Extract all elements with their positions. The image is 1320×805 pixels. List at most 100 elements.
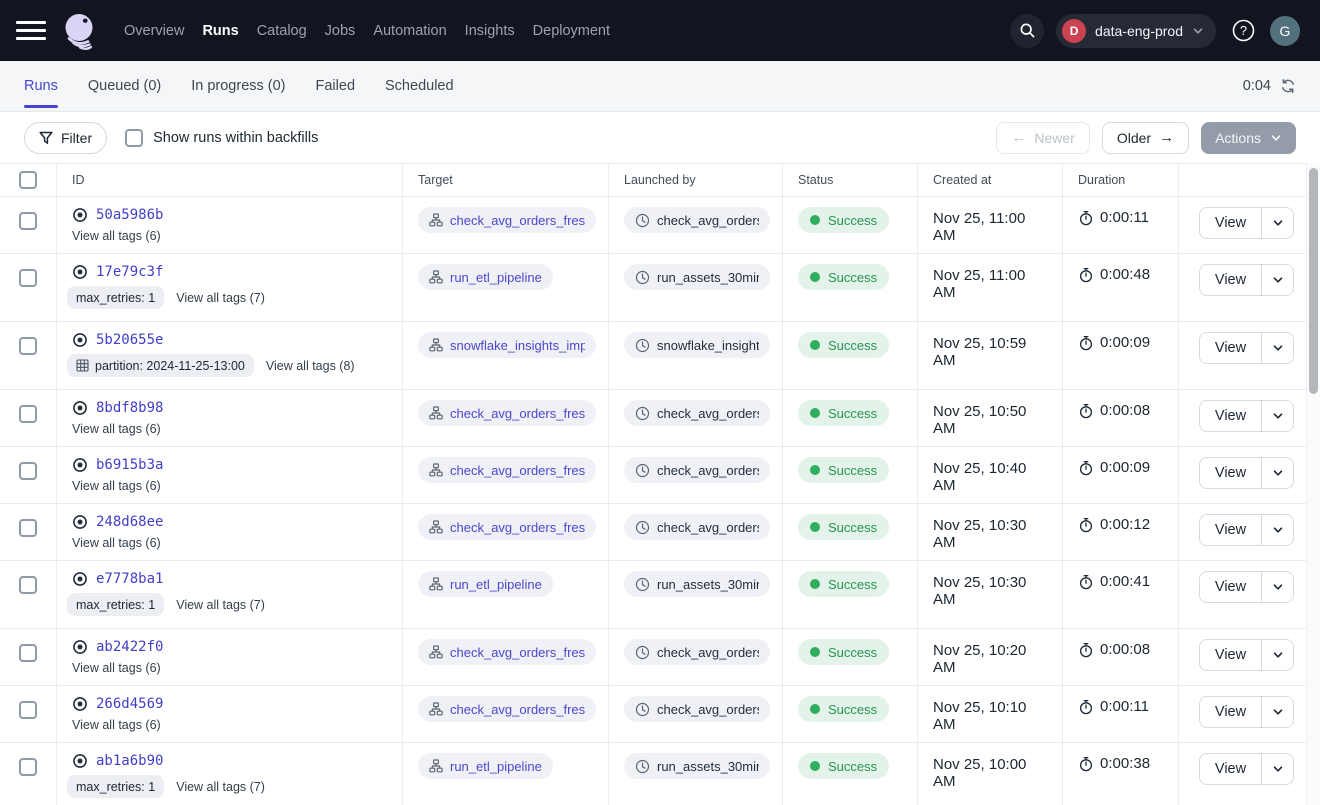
nav-item-insights[interactable]: Insights: [465, 23, 515, 39]
workspace-switcher[interactable]: D data-eng-prod: [1056, 14, 1216, 48]
target-pill[interactable]: snowflake_insights_import: [418, 332, 596, 358]
launched-by-pill[interactable]: check_avg_orders_f…: [624, 639, 770, 665]
nav-item-automation[interactable]: Automation: [373, 23, 446, 39]
tab-queued-0[interactable]: Queued (0): [88, 61, 161, 111]
view-all-tags-link[interactable]: View all tags (6): [72, 536, 161, 550]
view-dropdown-button[interactable]: [1261, 458, 1293, 488]
launched-by-pill[interactable]: run_assets_30min: [624, 264, 770, 290]
scrollbar-track[interactable]: [1306, 163, 1320, 805]
nav-item-overview[interactable]: Overview: [124, 23, 184, 39]
row-checkbox[interactable]: [19, 519, 37, 537]
view-dropdown-button[interactable]: [1261, 640, 1293, 670]
row-checkbox[interactable]: [19, 644, 37, 662]
view-button[interactable]: View: [1200, 333, 1261, 363]
view-all-tags-link[interactable]: View all tags (8): [266, 359, 355, 373]
launched-by-pill[interactable]: check_avg_orders_f…: [624, 207, 770, 233]
view-all-tags-link[interactable]: View all tags (7): [176, 291, 265, 305]
scrollbar-thumb[interactable]: [1309, 168, 1318, 394]
row-checkbox[interactable]: [19, 337, 37, 355]
run-id-link[interactable]: 5b20655e: [96, 332, 163, 348]
run-tag-pill[interactable]: max_retries: 1: [67, 593, 164, 616]
view-all-tags-link[interactable]: View all tags (6): [72, 661, 161, 675]
user-avatar[interactable]: G: [1270, 16, 1300, 46]
help-icon[interactable]: ?: [1228, 16, 1258, 46]
view-button[interactable]: View: [1200, 515, 1261, 545]
run-tag-pill[interactable]: partition: 2024-11-25-13:00: [67, 354, 254, 377]
view-all-tags-link[interactable]: View all tags (6): [72, 229, 161, 243]
view-all-tags-link[interactable]: View all tags (6): [72, 718, 161, 732]
tab-runs[interactable]: Runs: [24, 61, 58, 111]
view-all-tags-link[interactable]: View all tags (6): [72, 422, 161, 436]
nav-item-runs[interactable]: Runs: [202, 23, 238, 39]
target-pill[interactable]: run_etl_pipeline: [418, 571, 553, 597]
view-button[interactable]: View: [1200, 697, 1261, 727]
view-all-tags-link[interactable]: View all tags (7): [176, 780, 265, 794]
backfills-checkbox[interactable]: [125, 129, 143, 147]
launched-by-pill[interactable]: run_assets_30min: [624, 571, 770, 597]
view-dropdown-button[interactable]: [1261, 208, 1293, 238]
view-all-tags-link[interactable]: View all tags (7): [176, 598, 265, 612]
run-id-link[interactable]: 248d68ee: [96, 514, 163, 530]
view-button[interactable]: View: [1200, 265, 1261, 295]
row-checkbox[interactable]: [19, 405, 37, 423]
view-dropdown-button[interactable]: [1261, 572, 1293, 602]
row-checkbox[interactable]: [19, 462, 37, 480]
target-pill[interactable]: run_etl_pipeline: [418, 264, 553, 290]
view-all-tags-link[interactable]: View all tags (6): [72, 479, 161, 493]
launched-by-pill[interactable]: check_avg_orders_f…: [624, 457, 770, 483]
view-dropdown-button[interactable]: [1261, 697, 1293, 727]
launched-by-pill[interactable]: check_avg_orders_f…: [624, 696, 770, 722]
actions-button[interactable]: Actions: [1201, 122, 1296, 154]
tab-failed[interactable]: Failed: [316, 61, 356, 111]
launched-by-pill[interactable]: run_assets_30min: [624, 753, 770, 779]
target-pill[interactable]: check_avg_orders_freshne: [418, 514, 596, 540]
backfills-toggle[interactable]: Show runs within backfills: [125, 129, 318, 147]
row-checkbox[interactable]: [19, 269, 37, 287]
launched-by-pill[interactable]: snowflake_insights_…: [624, 332, 770, 358]
dagster-logo[interactable]: [58, 8, 104, 54]
tab-scheduled[interactable]: Scheduled: [385, 61, 454, 111]
view-button[interactable]: View: [1200, 458, 1261, 488]
launched-by-pill[interactable]: check_avg_orders_f…: [624, 514, 770, 540]
target-pill[interactable]: check_avg_orders_freshne: [418, 639, 596, 665]
target-pill[interactable]: check_avg_orders_freshne: [418, 400, 596, 426]
run-id-link[interactable]: 50a5986b: [96, 207, 163, 223]
view-dropdown-button[interactable]: [1261, 265, 1293, 295]
run-id-link[interactable]: 8bdf8b98: [96, 400, 163, 416]
search-icon[interactable]: [1010, 14, 1044, 48]
tab-in-progress-0[interactable]: In progress (0): [191, 61, 285, 111]
view-dropdown-button[interactable]: [1261, 333, 1293, 363]
row-checkbox[interactable]: [19, 758, 37, 776]
row-checkbox[interactable]: [19, 212, 37, 230]
target-pill[interactable]: check_avg_orders_freshne: [418, 457, 596, 483]
run-id-link[interactable]: e7778ba1: [96, 571, 163, 587]
target-pill[interactable]: run_etl_pipeline: [418, 753, 553, 779]
select-all-checkbox[interactable]: [19, 171, 37, 189]
view-button[interactable]: View: [1200, 401, 1261, 431]
target-pill[interactable]: check_avg_orders_freshne: [418, 207, 596, 233]
target-pill[interactable]: check_avg_orders_freshne: [418, 696, 596, 722]
nav-item-jobs[interactable]: Jobs: [325, 23, 356, 39]
view-button[interactable]: View: [1200, 640, 1261, 670]
launched-by-pill[interactable]: check_avg_orders_f…: [624, 400, 770, 426]
view-button[interactable]: View: [1200, 754, 1261, 784]
row-checkbox[interactable]: [19, 576, 37, 594]
run-id-link[interactable]: 266d4569: [96, 696, 163, 712]
run-id-link[interactable]: 17e79c3f: [96, 264, 163, 280]
view-dropdown-button[interactable]: [1261, 515, 1293, 545]
row-checkbox[interactable]: [19, 701, 37, 719]
run-id-link[interactable]: b6915b3a: [96, 457, 163, 473]
refresh-icon[interactable]: [1280, 78, 1296, 94]
run-id-link[interactable]: ab1a6b90: [96, 753, 163, 769]
newer-button[interactable]: ← Newer: [996, 122, 1089, 154]
older-button[interactable]: Older →: [1102, 122, 1189, 154]
view-button[interactable]: View: [1200, 572, 1261, 602]
view-dropdown-button[interactable]: [1261, 754, 1293, 784]
run-id-link[interactable]: ab2422f0: [96, 639, 163, 655]
nav-item-catalog[interactable]: Catalog: [257, 23, 307, 39]
filter-button[interactable]: Filter: [24, 122, 107, 154]
view-dropdown-button[interactable]: [1261, 401, 1293, 431]
run-tag-pill[interactable]: max_retries: 1: [67, 286, 164, 309]
menu-icon[interactable]: [16, 19, 46, 43]
nav-item-deployment[interactable]: Deployment: [533, 23, 610, 39]
